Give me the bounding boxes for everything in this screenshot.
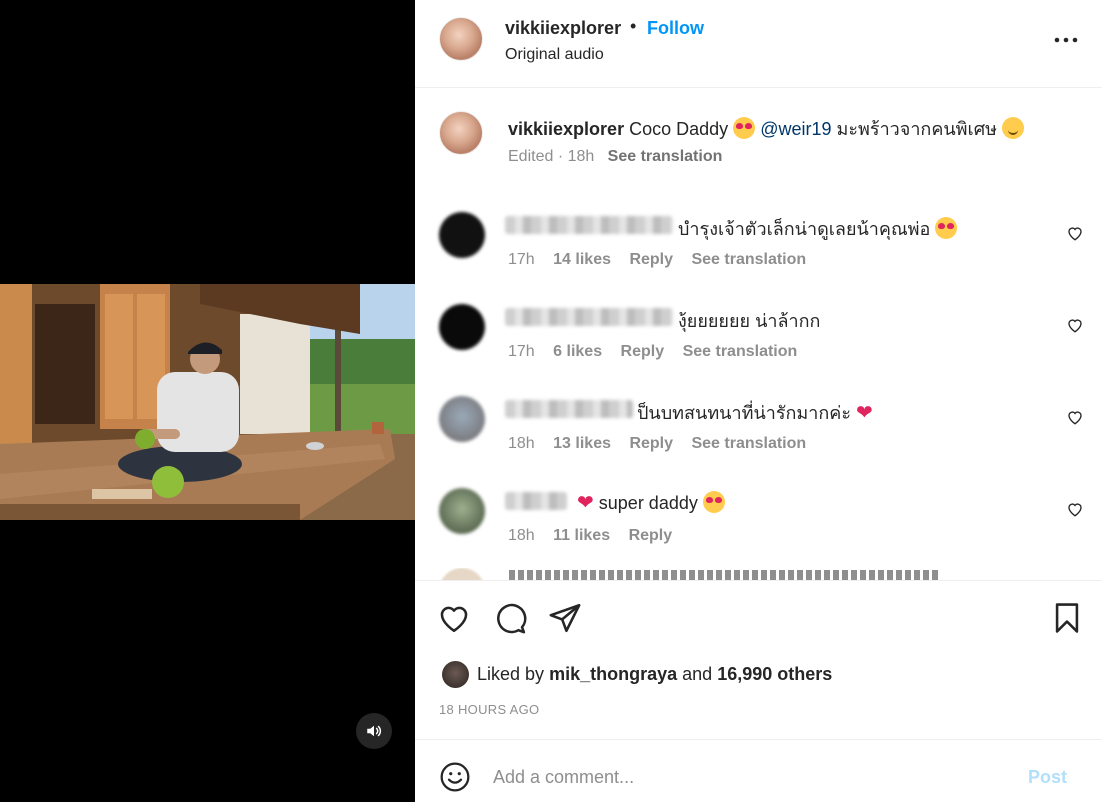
- comment-item: ❤ super daddy 18h 11 likes Reply: [415, 468, 1102, 548]
- liker-avatar[interactable]: [442, 661, 469, 688]
- post-media: [0, 0, 415, 802]
- comment-item-partial: [439, 568, 959, 580]
- bookmark-icon[interactable]: [1050, 601, 1084, 635]
- comment-item: งุ้ยยยยยย น่าล้ากก 17h 6 likes Reply See…: [415, 284, 1102, 364]
- see-translation-button[interactable]: See translation: [691, 251, 806, 268]
- commenter-username-blurred[interactable]: [505, 216, 673, 234]
- smiley-icon[interactable]: [439, 761, 471, 793]
- audio-link[interactable]: Original audio: [505, 46, 604, 64]
- comment-meta: 18h 13 likes Reply See translation: [508, 435, 820, 453]
- add-comment-bar: Post: [415, 739, 1102, 802]
- likes-summary: Liked by mik_thongraya and 16,990 others: [477, 664, 832, 685]
- commenter-avatar[interactable]: [439, 304, 485, 350]
- commenter-username-blurred[interactable]: [505, 400, 633, 418]
- mute-toggle-button[interactable]: [356, 713, 392, 749]
- commenter-avatar[interactable]: [439, 568, 485, 580]
- caption-text: vikkiiexplorer Coco Daddy @weir19 มะพร้า…: [508, 114, 1025, 143]
- post-comment-button[interactable]: Post: [1028, 767, 1067, 788]
- caption-text-part2: มะพร้าวจากคนพิเศษ: [836, 119, 998, 139]
- post-actions: Liked by mik_thongraya and 16,990 others…: [415, 580, 1102, 740]
- comment-text: super daddy: [598, 493, 698, 513]
- likes-and-label: and: [682, 664, 713, 684]
- follow-button[interactable]: Follow: [647, 18, 704, 39]
- video-frame-image: [0, 284, 415, 520]
- comment-text-row: บำรุงเจ้าตัวเล็กน่าดูเลยน้าคุณพ่อ: [678, 214, 958, 243]
- caption-time: 18h: [567, 148, 595, 165]
- comment-meta: 17h 14 likes Reply See translation: [508, 251, 820, 269]
- comment-text-row: ❤ super daddy: [577, 490, 725, 515]
- post-header: vikkiiexplorer • Follow Original audio: [415, 0, 1102, 88]
- reply-button[interactable]: Reply: [629, 251, 673, 268]
- send-icon[interactable]: [548, 601, 582, 635]
- see-translation-button[interactable]: See translation: [683, 343, 798, 360]
- liker-username[interactable]: mik_thongraya: [549, 664, 677, 684]
- speaker-icon: [367, 725, 382, 737]
- author-avatar[interactable]: [439, 17, 483, 61]
- author-username[interactable]: vikkiiexplorer: [505, 18, 621, 39]
- edited-label: Edited: [508, 148, 554, 165]
- comment-time: 17h: [508, 251, 535, 268]
- heart-eyes-emoji-icon: [702, 491, 725, 513]
- comment-time: 18h: [508, 527, 535, 544]
- comment-text: งุ้ยยยยยย น่าล้ากก: [678, 311, 821, 331]
- comment-meta: 17h 6 likes Reply See translation: [508, 343, 811, 361]
- reply-button[interactable]: Reply: [629, 435, 673, 452]
- more-horizontal-icon[interactable]: [1053, 30, 1079, 50]
- comment-bubble-icon[interactable]: [493, 601, 527, 635]
- caption-mention[interactable]: @weir19: [760, 119, 831, 139]
- comment-likes[interactable]: 11 likes: [553, 527, 610, 544]
- heart-eyes-emoji-icon: [935, 217, 958, 239]
- comment-item: ป็นบทสนทนาที่น่ารักมากค่ะ ❤ 18h 13 likes…: [415, 376, 1102, 456]
- post-details-panel: vikkiiexplorer • Follow Original audio v…: [415, 0, 1102, 802]
- meta-separator: ·: [557, 148, 564, 165]
- comment-text-cutoff: [509, 570, 939, 580]
- reply-button[interactable]: Reply: [629, 527, 673, 544]
- header-separator: •: [630, 16, 637, 36]
- comment-likes[interactable]: 14 likes: [553, 251, 611, 268]
- comment-time: 18h: [508, 435, 535, 452]
- commenter-avatar[interactable]: [439, 488, 485, 534]
- reply-button[interactable]: Reply: [621, 343, 665, 360]
- likes-others-link[interactable]: 16,990 others: [717, 664, 832, 684]
- heart-outline-icon[interactable]: [1066, 316, 1084, 334]
- comment-text: บำรุงเจ้าตัวเล็กน่าดูเลยน้าคุณพ่อ: [678, 219, 931, 239]
- red-heart-emoji-icon: ❤: [577, 492, 594, 514]
- comment-item: บำรุงเจ้าตัวเล็กน่าดูเลยน้าคุณพ่อ 17h 14…: [415, 192, 1102, 272]
- heart-eyes-emoji-icon: [733, 117, 756, 139]
- commenter-avatar[interactable]: [439, 212, 485, 258]
- smiling-emoji-icon: [1002, 117, 1025, 139]
- comments-list[interactable]: บำรุงเจ้าตัวเล็กน่าดูเลยน้าคุณพ่อ 17h 14…: [415, 180, 1102, 580]
- comment-text-row: ป็นบทสนทนาที่น่ารักมากค่ะ ❤: [637, 398, 873, 427]
- commenter-username-blurred[interactable]: [505, 492, 567, 510]
- comment-time: 17h: [508, 343, 535, 360]
- heart-outline-icon[interactable]: [1066, 500, 1084, 518]
- comment-meta: 18h 11 likes Reply: [508, 527, 686, 545]
- red-heart-emoji-icon: ❤: [856, 402, 873, 424]
- caption-meta: Edited · 18h See translation: [508, 148, 722, 166]
- caption-username[interactable]: vikkiiexplorer: [508, 119, 624, 139]
- comment-likes[interactable]: 13 likes: [553, 435, 611, 452]
- comment-input[interactable]: [493, 760, 1013, 794]
- video-player[interactable]: [0, 284, 415, 520]
- liked-by-label: Liked by: [477, 664, 545, 684]
- heart-outline-icon[interactable]: [1066, 224, 1084, 242]
- comment-likes[interactable]: 6 likes: [553, 343, 602, 360]
- post-timestamp[interactable]: 18 HOURS AGO: [439, 702, 539, 717]
- commenter-avatar[interactable]: [439, 396, 485, 442]
- caption-text-part1: Coco Daddy: [629, 119, 729, 139]
- caption-author-avatar[interactable]: [439, 111, 483, 155]
- heart-outline-icon[interactable]: [437, 601, 471, 635]
- see-translation-button[interactable]: See translation: [691, 435, 806, 452]
- commenter-username-blurred[interactable]: [505, 308, 673, 326]
- caption-see-translation[interactable]: See translation: [608, 148, 723, 165]
- comment-text: ป็นบทสนทนาที่น่ารักมากค่ะ: [637, 403, 852, 423]
- heart-outline-icon[interactable]: [1066, 408, 1084, 426]
